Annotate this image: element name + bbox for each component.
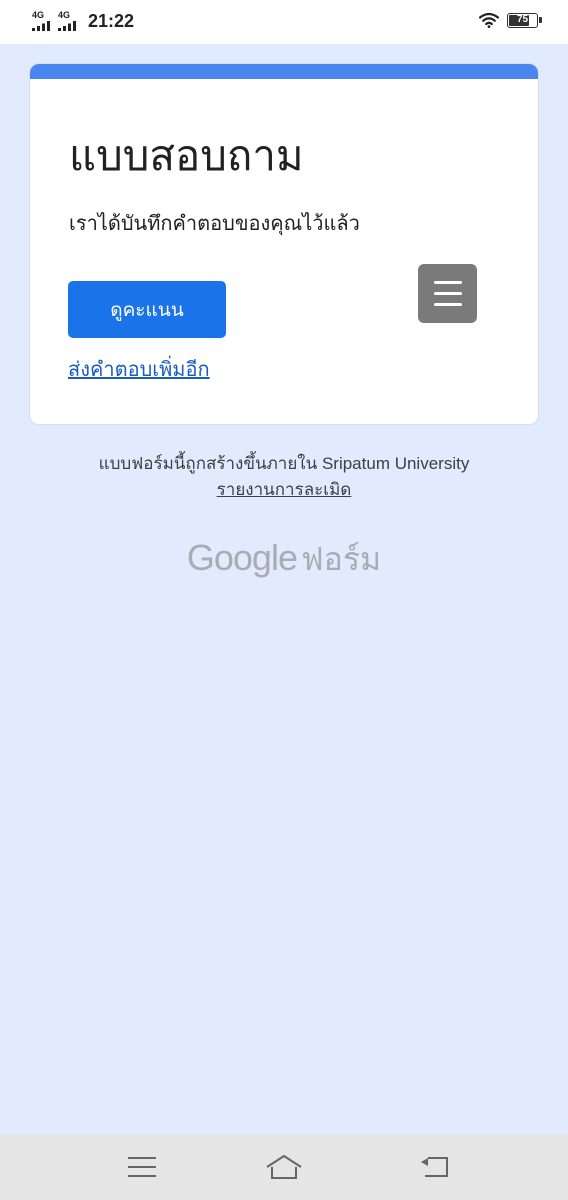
report-abuse-container: รายงานการละเมิด: [0, 478, 568, 502]
form-title: แบบสอบถาม: [69, 132, 304, 179]
menu-line: [433, 303, 462, 306]
home-icon[interactable]: [264, 1152, 304, 1182]
view-score-button[interactable]: ดูคะแนน: [68, 281, 226, 338]
clock: 21:22: [88, 11, 135, 31]
battery-level: 75: [516, 13, 529, 25]
report-abuse-link[interactable]: รายงานการละเมิด: [217, 480, 352, 499]
card-accent-bar: [30, 64, 538, 79]
status-left: 4G 4G 21:22: [32, 10, 134, 32]
logo-google-text: Google: [186, 537, 298, 578]
network-type-1: 4G: [32, 10, 45, 20]
menu-icon[interactable]: [122, 1152, 162, 1182]
response-card: แบบสอบถาม เราได้บันทึกคำตอบของคุณไว้แล้ว…: [29, 63, 539, 425]
signal-icon: 4G: [58, 11, 78, 31]
menu-line: [433, 292, 462, 295]
status-right: 75: [479, 12, 542, 28]
form-origin-note: แบบฟอร์มนี้ถูกสร้างขึ้นภายใน Sripatum Un…: [98, 454, 470, 473]
logo-forms-text: ฟอร์ม: [300, 541, 382, 577]
menu-line: [433, 281, 462, 284]
menu-icon[interactable]: [418, 264, 477, 323]
confirmation-message: เราได้บันทึกคำตอบของคุณไว้แล้ว: [69, 213, 360, 235]
battery-icon: 75: [507, 12, 542, 28]
submit-another-response-link[interactable]: ส่งคำตอบเพิ่มอีก: [68, 356, 210, 384]
signal-icon: 4G: [32, 11, 52, 31]
back-icon[interactable]: [414, 1152, 454, 1182]
google-forms-logo[interactable]: Google ฟอร์ม: [0, 534, 568, 585]
wifi-icon: [479, 12, 499, 28]
navigation-bar: [0, 1134, 568, 1200]
network-type-2: 4G: [58, 10, 71, 20]
status-bar: 4G 4G 21:22 75: [0, 0, 568, 44]
